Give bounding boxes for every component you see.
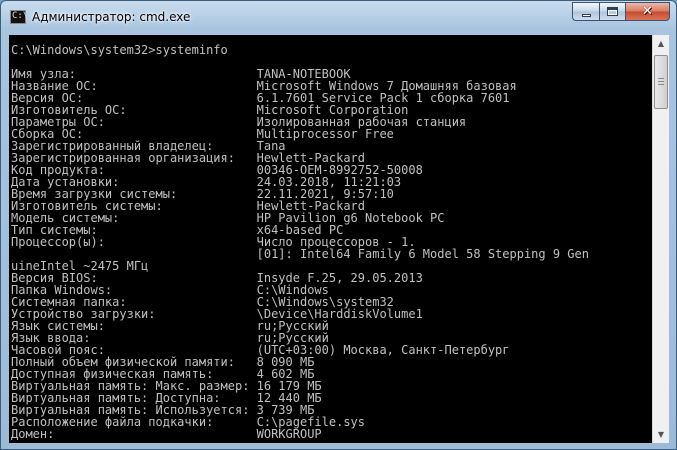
cmd-icon[interactable]: C:\ xyxy=(10,10,29,24)
console-line: C:\Windows\system32>systeminfo xyxy=(11,43,228,57)
window-title: Администратор: cmd.exe xyxy=(32,10,191,24)
grip-line xyxy=(658,84,664,85)
grip-line xyxy=(658,78,664,79)
cmd-window: C:\ Администратор: cmd.exe ✕ C:\Windows\… xyxy=(0,0,677,450)
title-bar[interactable]: C:\ Администратор: cmd.exe ✕ xyxy=(1,1,676,35)
cmd-icon-label: C:\ xyxy=(12,11,29,21)
scroll-up-arrow-icon: ▲ xyxy=(657,39,665,48)
caption-buttons: ✕ xyxy=(572,2,670,21)
console-output[interactable]: C:\Windows\system32>systeminfo Имя узла: … xyxy=(9,35,652,443)
scroll-down-arrow-icon: ▼ xyxy=(657,430,665,439)
scroll-down-button[interactable]: ▼ xyxy=(653,426,669,443)
scroll-up-button[interactable]: ▲ xyxy=(653,35,669,52)
minimize-icon xyxy=(581,13,591,17)
minimize-button[interactable] xyxy=(572,2,599,21)
close-button[interactable]: ✕ xyxy=(625,2,670,21)
maximize-button[interactable] xyxy=(599,2,625,21)
vertical-scrollbar[interactable]: ▲ ▼ xyxy=(652,35,669,443)
console-client-area: C:\Windows\system32>systeminfo Имя узла: … xyxy=(9,35,669,443)
console-line: Домен: WORKGROUP xyxy=(11,427,322,441)
grip-line xyxy=(658,81,664,82)
maximize-icon xyxy=(607,7,618,16)
close-icon: ✕ xyxy=(642,4,653,19)
scrollbar-thumb[interactable] xyxy=(654,55,668,109)
